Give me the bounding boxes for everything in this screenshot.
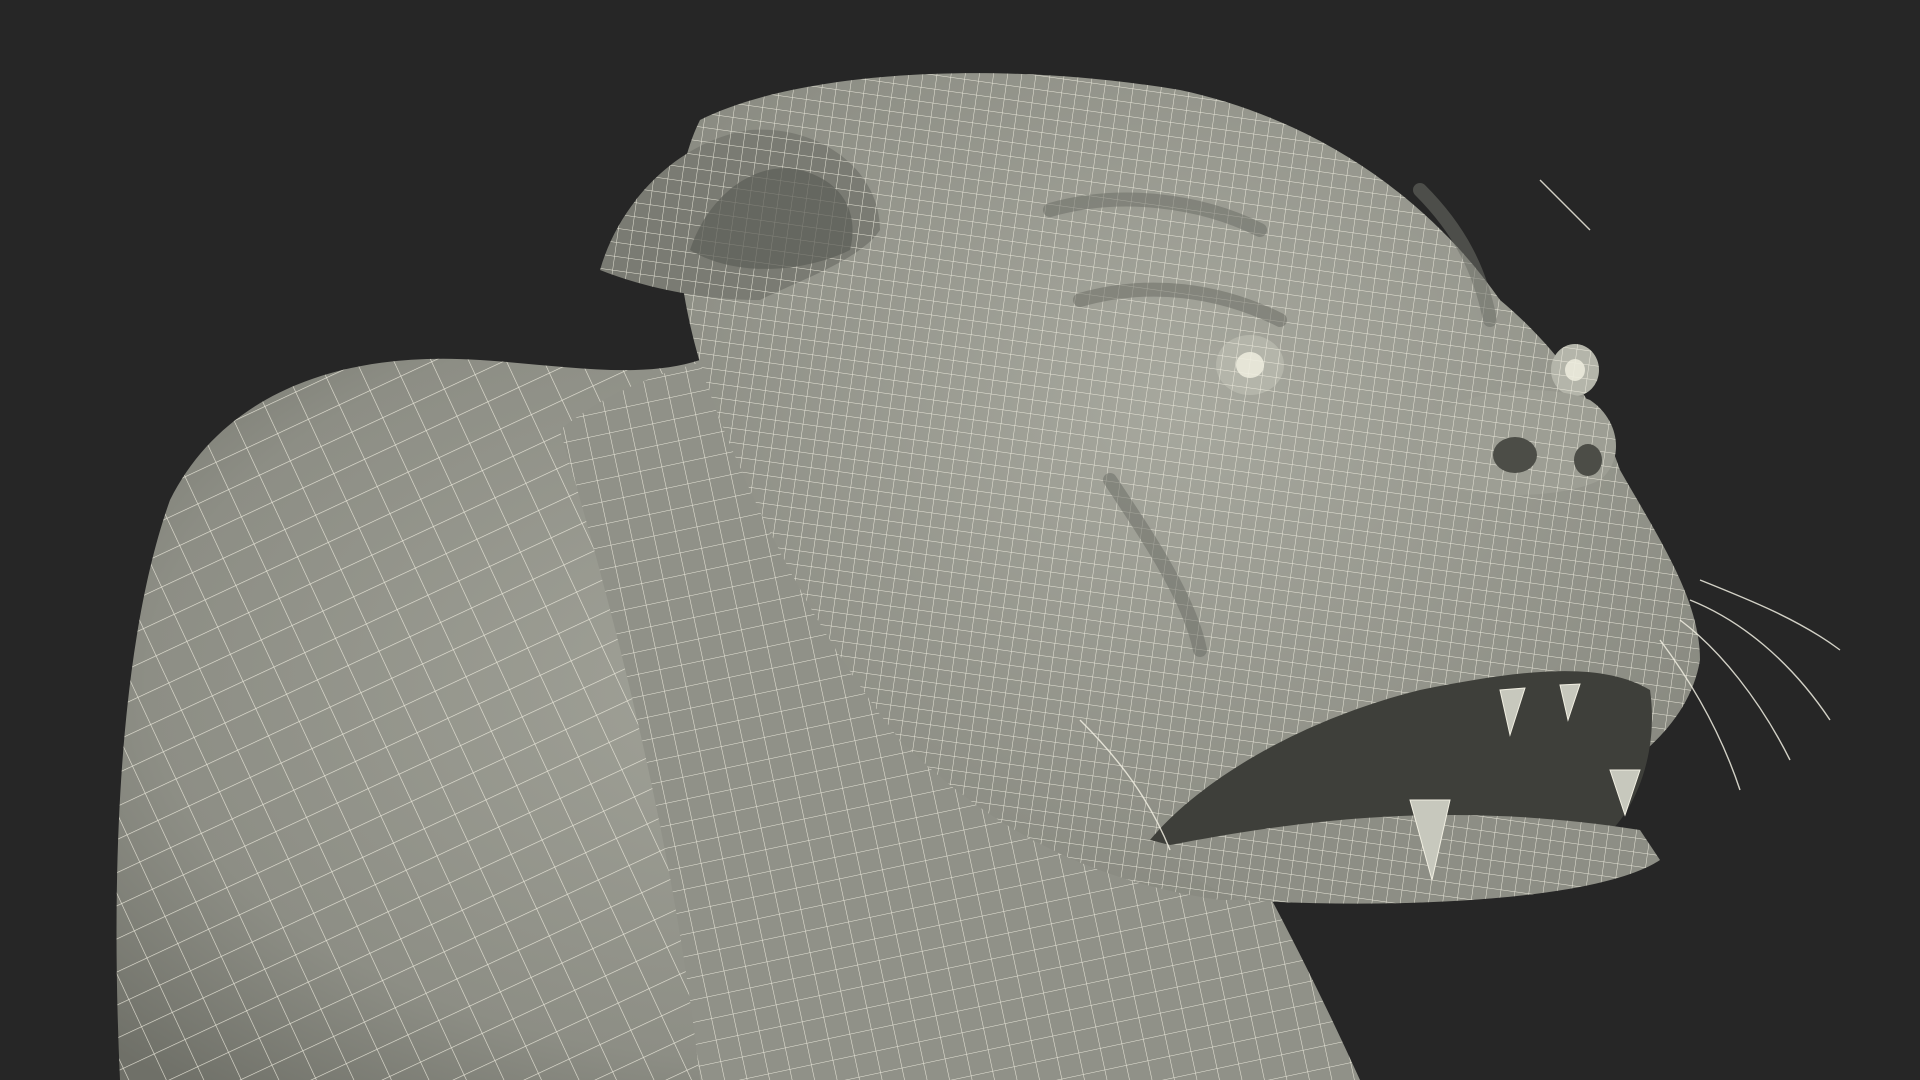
render-viewport (0, 0, 1920, 1080)
left-eye (1216, 335, 1284, 395)
right-eye (1551, 344, 1599, 396)
wireframe-render (116, 73, 1841, 1080)
